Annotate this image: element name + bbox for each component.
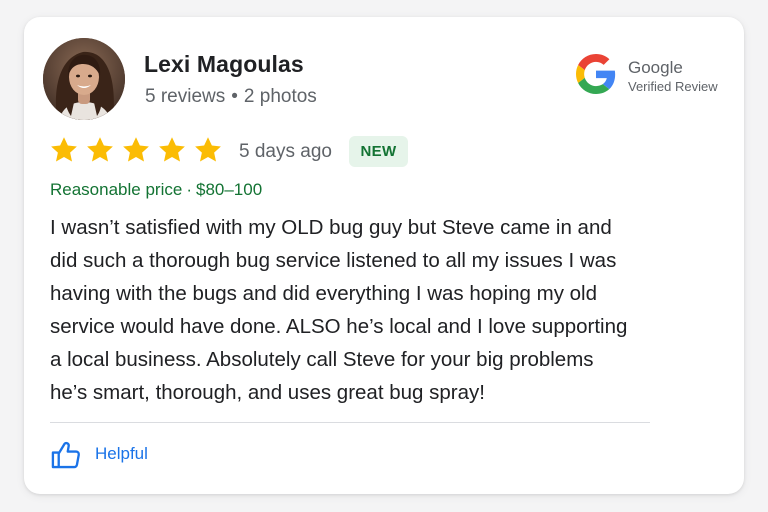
price-separator: · (186, 180, 192, 199)
price-range: $80–100 (195, 180, 263, 199)
google-brand-label: Google (628, 58, 683, 77)
reviewer-name[interactable]: Lexi Magoulas (144, 51, 304, 78)
star-icon (51, 137, 77, 162)
star-icon (123, 137, 149, 162)
review-card: Lexi Magoulas 5 reviews • 2 photos Google … (24, 17, 744, 494)
google-verified-badge: Google Verified Review (576, 54, 736, 98)
review-date: 5 days ago (239, 141, 332, 162)
page-background: Lexi Magoulas 5 reviews • 2 photos Google … (0, 0, 768, 512)
google-g-logo-icon (576, 54, 616, 94)
star-icon (159, 137, 185, 162)
star-rating (49, 135, 229, 165)
meta-separator: • (231, 86, 238, 107)
star-icon (87, 137, 113, 162)
divider (50, 422, 650, 423)
helpful-button[interactable]: Helpful (50, 438, 148, 470)
photos-count: 2 photos (243, 86, 317, 107)
thumbs-up-icon (51, 441, 80, 468)
verified-review-label: Verified Review (628, 79, 718, 94)
reviewer-avatar[interactable] (43, 38, 125, 120)
price-label: Reasonable price (50, 180, 183, 199)
new-badge: NEW (349, 136, 408, 167)
helpful-label: Helpful (95, 444, 148, 463)
reviews-count: 5 reviews (145, 86, 226, 107)
review-text: I wasn’t satisfied with my OLD bug guy b… (50, 216, 628, 404)
avatar-photo (43, 38, 125, 120)
reviewer-stats: 5 reviews • 2 photos (145, 86, 317, 108)
star-icon (195, 137, 221, 162)
price-info: Reasonable price · $80–100 (50, 180, 262, 200)
